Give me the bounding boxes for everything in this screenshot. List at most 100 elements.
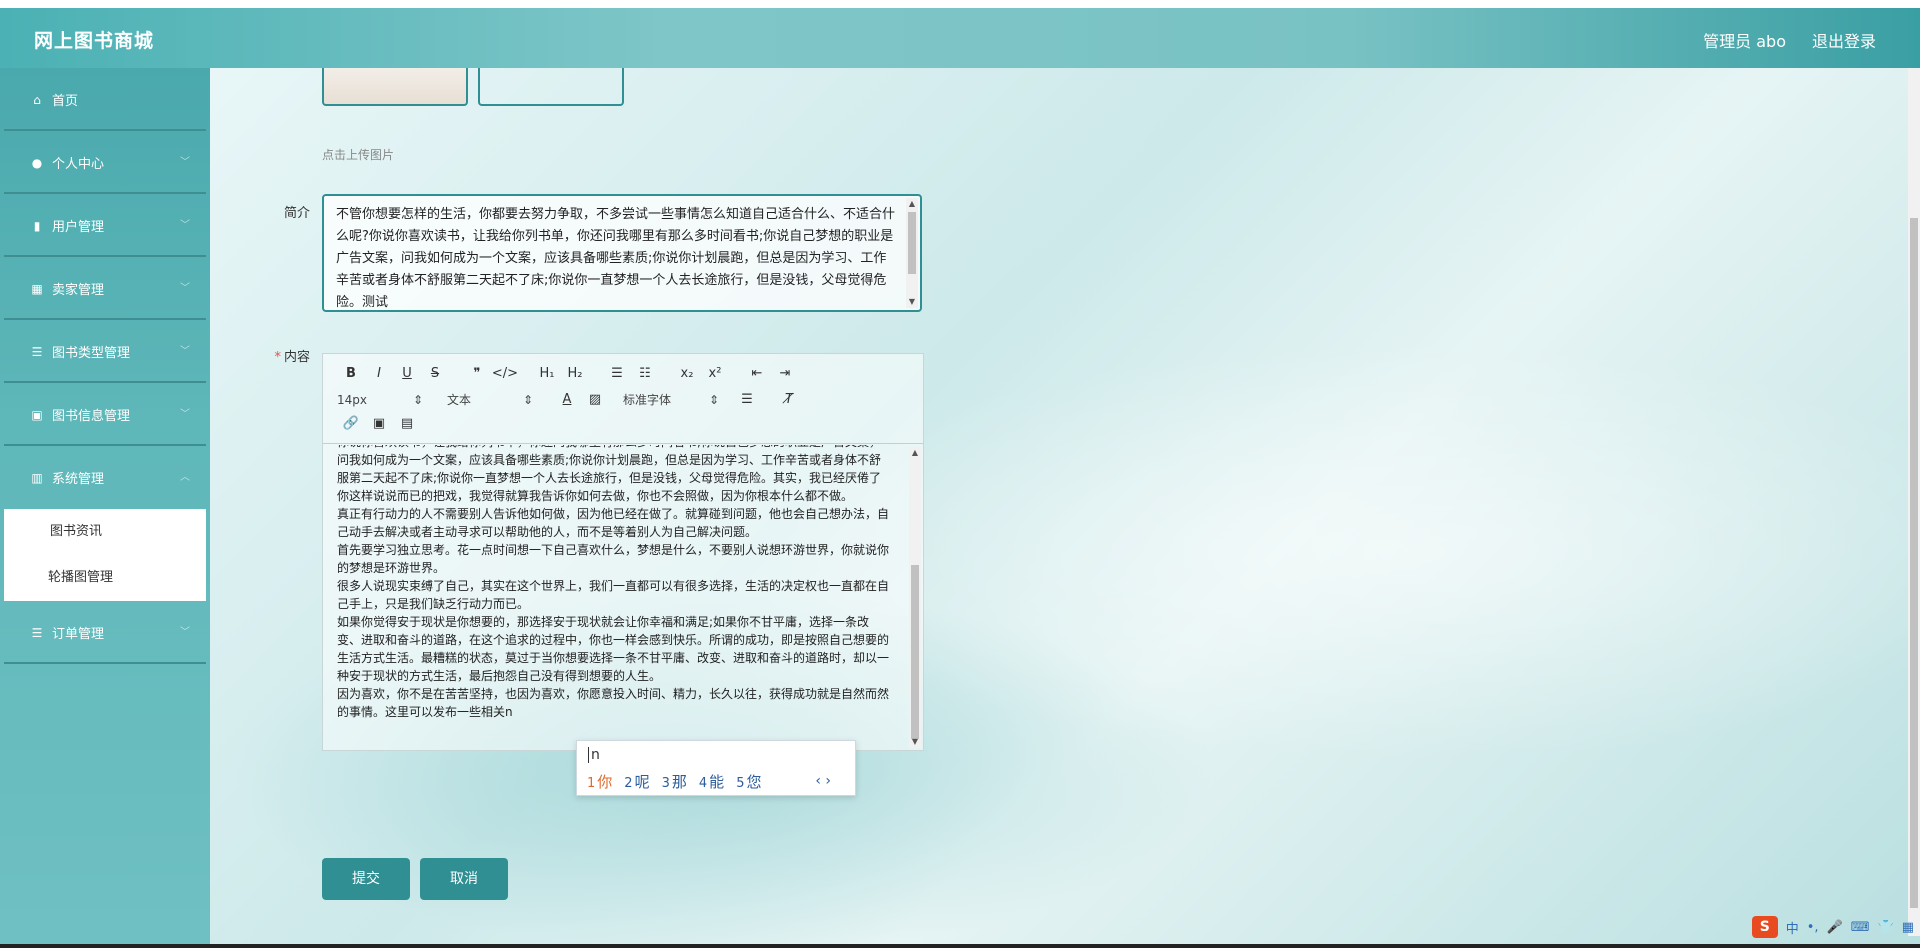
heading2-button[interactable]: H₂ xyxy=(561,364,589,384)
ime-lang-toggle[interactable]: 中 xyxy=(1786,918,1799,937)
submenu-item-book-news[interactable]: 图书资讯 xyxy=(4,509,206,555)
clear-format-icon[interactable]: T̸ xyxy=(775,390,803,410)
ime-candidate-number: 1 xyxy=(587,776,596,791)
italic-button[interactable]: I xyxy=(365,364,393,384)
editor-paragraph: 首先要学习独立思考。花一点时间想一下自己喜欢什么，梦想是什么，不要别人说想环游世… xyxy=(337,543,890,575)
indent-button[interactable]: ⇥ xyxy=(771,364,799,384)
sidebar-item-label: 订单管理 xyxy=(52,627,105,642)
chevron-down-icon: ﹀ xyxy=(180,409,190,420)
page-scroll-thumb[interactable] xyxy=(1910,218,1918,908)
cancel-button[interactable]: 取消 xyxy=(420,858,508,900)
bullet-list-button[interactable]: ☷ xyxy=(631,364,659,384)
subscript-button[interactable]: x₂ xyxy=(673,364,701,384)
bottom-bar xyxy=(0,944,1920,948)
scroll-down-icon[interactable]: ▼ xyxy=(906,296,918,308)
user-icon: ● xyxy=(31,155,43,170)
superscript-button[interactable]: x² xyxy=(701,364,729,384)
sidebar-item-seller-management[interactable]: ▦ 卖家管理 ﹀ xyxy=(4,257,206,320)
scroll-thumb[interactable] xyxy=(908,212,916,274)
heading1-button[interactable]: H₁ xyxy=(533,364,561,384)
punctuation-icon[interactable]: •, xyxy=(1807,920,1819,935)
ime-tray: S 中 •, 🎤 ⌨ 👕 ▦ xyxy=(1751,916,1914,938)
grid-icon: ▦ xyxy=(31,281,43,296)
sidebar-item-label: 用户管理 xyxy=(52,220,105,235)
skin-icon[interactable]: 👕 xyxy=(1878,920,1894,935)
current-user-label: 管理员 abo xyxy=(1703,32,1786,51)
intro-scrollbar[interactable]: ▲ ▼ xyxy=(906,198,918,308)
strike-button[interactable]: S xyxy=(421,364,449,384)
link-icon[interactable]: 🔗 xyxy=(337,414,365,434)
font-family-value: 标准字体 xyxy=(623,393,672,407)
intro-textarea[interactable]: 不管你想要怎样的生活，你都要去努力争取，不多尝试一些事情怎么知道自己适合什么、不… xyxy=(322,194,922,312)
editor-paragraph: 如果你觉得安于现状是你想要的，那选择安于现状就会让你幸福和满足;如果你不甘平庸，… xyxy=(337,615,890,683)
ime-candidates: 1你 2呢 3那 4能 5您 xyxy=(587,771,761,792)
list-icon: ☰ xyxy=(31,625,43,640)
align-icon[interactable]: ☰ xyxy=(733,390,761,410)
sidebar-item-label: 系统管理 xyxy=(52,472,105,487)
ime-candidate[interactable]: 1你 xyxy=(587,771,612,792)
required-mark: * xyxy=(274,350,281,365)
block-format-select[interactable]: 文本 ⇕ xyxy=(447,390,533,410)
ordered-list-button[interactable]: ☰ xyxy=(603,364,631,384)
intro-label-text: 简介 xyxy=(283,206,310,221)
sidebar-item-book-info-management[interactable]: ▣ 图书信息管理 ﹀ xyxy=(4,383,206,446)
keyboard-icon[interactable]: ⌨ xyxy=(1851,920,1870,935)
font-size-select[interactable]: 14px ⇕ xyxy=(337,390,423,410)
ime-candidate[interactable]: 2呢 xyxy=(624,771,649,792)
ime-candidate[interactable]: 5您 xyxy=(736,771,761,792)
sidebar-item-home[interactable]: ⌂ 首页 xyxy=(4,68,206,131)
sogou-logo-icon[interactable]: S xyxy=(1751,916,1778,938)
sidebar-item-label: 图书类型管理 xyxy=(52,346,131,361)
ime-candidate[interactable]: 4能 xyxy=(699,771,724,792)
image-icon[interactable]: ▣ xyxy=(365,414,393,434)
submenu-item-carousel-management[interactable]: 轮播图管理 xyxy=(4,555,206,601)
blockquote-button[interactable]: ❞ xyxy=(463,364,491,384)
bold-button[interactable]: B xyxy=(337,364,365,384)
upload-tip: 点击上传图片 xyxy=(322,148,395,162)
microphone-icon[interactable]: 🎤 xyxy=(1827,920,1843,935)
rich-text-editor: B I U S ❞ </> H₁ H₂ ☰ ☷ x₂ x² ⇤ ⇥ 14px ⇕ … xyxy=(322,353,924,751)
scroll-thumb[interactable] xyxy=(911,565,919,739)
page-scrollbar[interactable] xyxy=(1908,68,1920,936)
editor-paragraph: 你说你喜欢读书，让我给你列书单，你还问我哪里有那么多时间看书;你说自己梦想的职业… xyxy=(337,445,882,503)
ime-candidate-number: 5 xyxy=(736,776,745,791)
intro-text: 不管你想要怎样的生活，你都要去努力争取，不多尝试一些事情怎么知道自己适合什么、不… xyxy=(336,207,896,310)
editor-content[interactable]: 你说你喜欢读书，让我给你列书单，你还问我哪里有那么多时间看书;你说自己梦想的职业… xyxy=(323,445,923,750)
home-icon: ⌂ xyxy=(33,92,41,107)
logout-link[interactable]: 退出登录 xyxy=(1812,28,1876,52)
background-color-icon[interactable]: ▨ xyxy=(581,390,609,410)
sidebar-item-user-management[interactable]: ▮ 用户管理 ﹀ xyxy=(4,194,206,257)
font-family-select[interactable]: 标准字体 ⇕ xyxy=(623,390,719,410)
ime-candidate[interactable]: 3那 xyxy=(662,771,687,792)
submit-button[interactable]: 提交 xyxy=(322,858,410,900)
editor-scrollbar[interactable]: ▲ ▼ xyxy=(909,447,921,748)
users-icon: ▮ xyxy=(33,218,41,233)
underline-button[interactable]: U xyxy=(393,364,421,384)
scroll-down-icon[interactable]: ▼ xyxy=(909,736,921,748)
ime-candidate-number: 4 xyxy=(698,776,708,791)
sidebar-item-book-type-management[interactable]: ☰ 图书类型管理 ﹀ xyxy=(4,320,206,383)
intro-label: 简介 xyxy=(240,202,310,221)
outdent-button[interactable]: ⇤ xyxy=(743,364,771,384)
sidebar-item-system-management[interactable]: ▥ 系统管理 ︿ xyxy=(4,446,206,509)
ime-pinyin: n xyxy=(588,747,600,763)
sidebar-item-order-management[interactable]: ☰ 订单管理 ﹀ xyxy=(4,601,206,664)
scroll-up-icon[interactable]: ▲ xyxy=(909,447,921,459)
content-label-text: 内容 xyxy=(283,350,310,365)
block-format-value: 文本 xyxy=(447,393,472,407)
sidebar-item-personal-center[interactable]: ● 个人中心 ﹀ xyxy=(4,131,206,194)
ime-page-nav[interactable]: ‹ › xyxy=(815,773,831,789)
uploaded-image-thumbnail[interactable] xyxy=(322,68,468,106)
sliders-icon: ☰ xyxy=(31,344,43,359)
chevron-down-icon: ﹀ xyxy=(180,346,190,357)
toolbox-icon[interactable]: ▦ xyxy=(1902,920,1914,935)
code-block-button[interactable]: </> xyxy=(491,364,519,384)
sidebar: ⌂ 首页 ● 个人中心 ﹀ ▮ 用户管理 ﹀ ▦ 卖家管理 ﹀ ☰ 图书类型管理 ﹀ ▣ 图… xyxy=(0,68,210,948)
video-icon[interactable]: ▤ xyxy=(393,414,421,434)
scroll-up-icon[interactable]: ▲ xyxy=(906,198,918,210)
font-color-icon[interactable]: A xyxy=(553,390,581,410)
upload-image-slot[interactable] xyxy=(478,68,624,106)
ime-candidate-word: 呢 xyxy=(634,773,650,791)
briefcase-icon: ▣ xyxy=(31,407,43,422)
main-content: 点击上传图片 简介 不管你想要怎样的生活，你都要去努力争取，不多尝试一些事情怎么… xyxy=(210,68,1920,948)
